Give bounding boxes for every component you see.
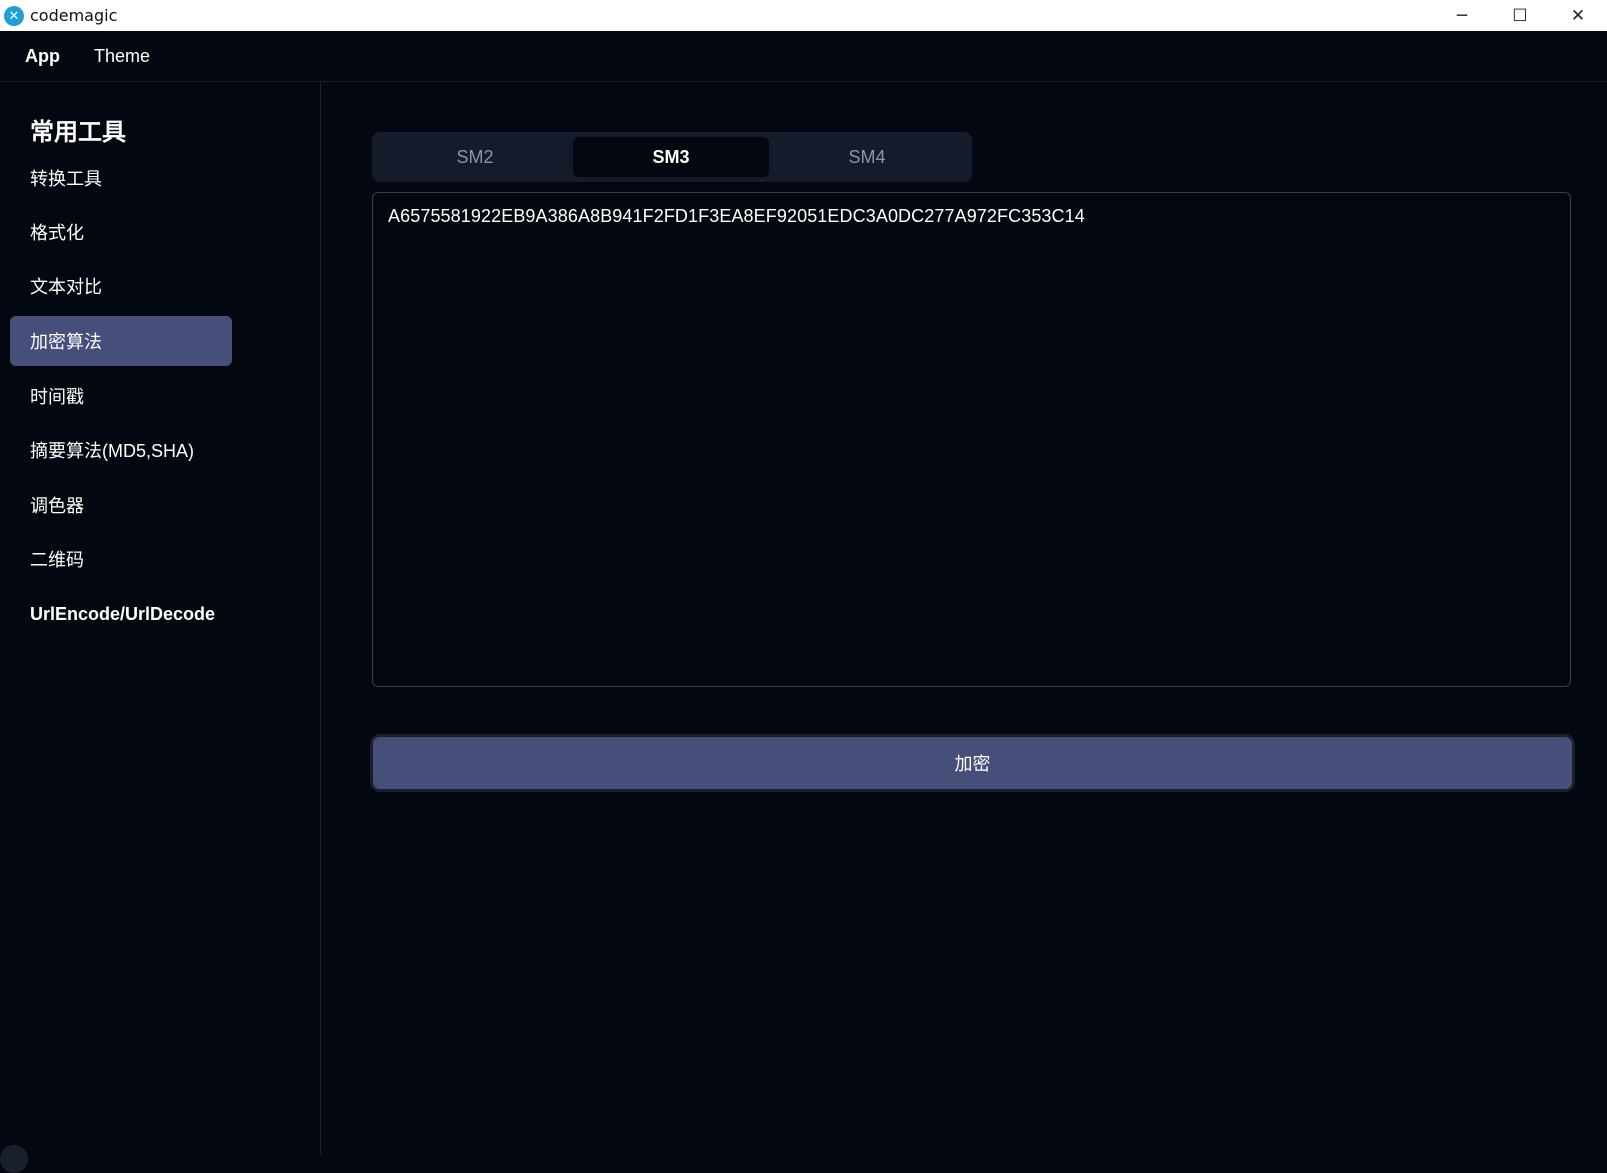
encrypt-button[interactable]: 加密 <box>370 734 1575 792</box>
sidebar-item-color-picker[interactable]: 调色器 <box>10 480 232 530</box>
menu-theme[interactable]: Theme <box>82 46 162 67</box>
window-title: codemagic <box>30 6 118 25</box>
output-textarea[interactable]: A6575581922EB9A386A8B941F2FD1F3EA8EF9205… <box>372 192 1571 687</box>
tab-sm4[interactable]: SM4 <box>769 137 965 177</box>
maximize-button[interactable]: ☐ <box>1491 0 1549 31</box>
minimize-button[interactable]: ─ <box>1433 0 1491 31</box>
sidebar-item-digest[interactable]: 摘要算法(MD5,SHA) <box>10 425 232 475</box>
scroll-handle[interactable] <box>0 1145 28 1173</box>
sidebar-item-timestamp[interactable]: 时间戳 <box>10 371 232 421</box>
close-button[interactable]: ✕ <box>1549 0 1607 31</box>
sidebar-item-formatter[interactable]: 格式化 <box>10 207 232 257</box>
sidebar-title: 常用工具 <box>30 119 126 146</box>
sidebar-item-urlencode[interactable]: UrlEncode/UrlDecode <box>10 589 232 639</box>
title-bar: ✕ codemagic ─ ☐ ✕ <box>0 0 1607 31</box>
tab-sm3[interactable]: SM3 <box>573 137 769 177</box>
algorithm-tabs: SM2 SM3 SM4 <box>372 132 972 182</box>
menu-app[interactable]: App <box>13 46 72 67</box>
app-logo-icon: ✕ <box>4 5 24 26</box>
sidebar-item-encryption[interactable]: 加密算法 <box>10 316 232 366</box>
main-content: SM2 SM3 SM4 A6575581922EB9A386A8B941F2FD… <box>322 82 1607 1155</box>
window-controls: ─ ☐ ✕ <box>1433 0 1607 31</box>
tab-sm2[interactable]: SM2 <box>377 137 573 177</box>
sidebar-item-text-compare[interactable]: 文本对比 <box>10 261 232 311</box>
sidebar-item-conversion-tools[interactable]: 转换工具 <box>10 153 232 203</box>
menu-bar: App Theme <box>0 31 1607 82</box>
sidebar: 常用工具 转换工具 格式化 文本对比 加密算法 时间戳 摘要算法(MD5,SHA… <box>0 82 321 1173</box>
sidebar-item-qrcode[interactable]: 二维码 <box>10 534 232 584</box>
